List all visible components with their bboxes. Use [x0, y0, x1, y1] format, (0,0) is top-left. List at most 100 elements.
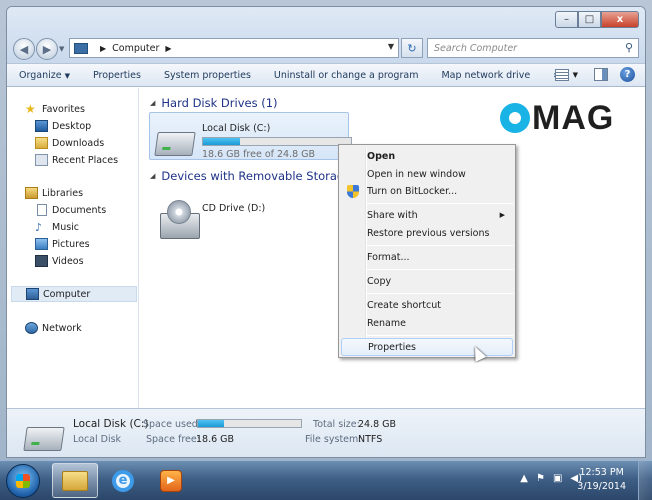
menu-item-open-new-window[interactable]: Open in new window [341, 165, 513, 183]
menu-separator [367, 269, 513, 270]
desktop-icon [35, 120, 48, 132]
space-used-bar [197, 419, 302, 428]
nav-pictures[interactable]: Pictures [35, 236, 90, 252]
context-menu: Open Open in new window Turn on BitLocke… [338, 144, 516, 358]
menu-item-share-with[interactable]: Share with ▶ [341, 206, 513, 224]
view-controls: ▼ ? [554, 67, 635, 82]
menu-item-properties[interactable]: Properties [341, 338, 513, 356]
menu-label: Turn on BitLocker... [367, 185, 458, 197]
view-dropdown-icon[interactable]: ▼ [573, 71, 578, 79]
address-segment-computer[interactable]: Computer [112, 43, 159, 54]
group-title: Devices with Removable Storage ( [161, 169, 360, 183]
nav-label: Videos [52, 255, 84, 267]
forward-button[interactable]: ▶ [36, 38, 58, 60]
start-button[interactable] [6, 464, 40, 498]
nav-documents[interactable]: Documents [35, 202, 106, 218]
internet-explorer-icon: e [112, 469, 134, 492]
back-button[interactable]: ◀ [13, 38, 35, 60]
flag-icon[interactable]: ⚑ [536, 473, 545, 484]
show-desktop-button[interactable] [638, 461, 652, 500]
nav-computer[interactable]: Computer [11, 286, 137, 302]
details-type: Local Disk [73, 434, 122, 445]
map-network-drive-button[interactable]: Map network drive [441, 70, 530, 81]
cd-drive-item[interactable]: CD Drive (D:) [202, 203, 265, 214]
back-icon: ◀ [19, 42, 29, 56]
address-bar[interactable]: ▶ Computer ▶ ▼ [69, 38, 399, 58]
nav-desktop[interactable]: Desktop [35, 118, 91, 134]
details-name: Local Disk (C:) [73, 418, 149, 430]
nav-label: Documents [52, 204, 107, 216]
pictures-icon [35, 238, 48, 250]
refresh-button[interactable]: ↻ [401, 38, 423, 58]
watermark-logo: MAG [500, 96, 614, 140]
help-icon[interactable]: ? [620, 67, 635, 82]
videos-icon [35, 255, 48, 267]
file-system-value: NTFS [358, 434, 383, 445]
nav-network[interactable]: Network [25, 320, 82, 336]
recent-pages-dropdown[interactable]: ▼ [59, 45, 69, 53]
menu-item-open[interactable]: Open [341, 147, 513, 165]
close-button[interactable]: x [601, 11, 639, 28]
search-input[interactable]: Search Computer ⚲ [427, 38, 639, 58]
navigation-pane: ★ Favorites Desktop Downloads Recent Plac… [7, 88, 139, 408]
space-used-label: Space used: [143, 419, 202, 430]
preview-pane-icon[interactable] [594, 68, 608, 81]
maximize-button[interactable]: □ [578, 11, 601, 28]
network-tray-icon[interactable]: ▣ [553, 473, 562, 484]
clock-time: 12:53 PM [579, 467, 624, 478]
chevron-right-icon[interactable]: ▶ [100, 44, 106, 53]
forward-icon: ▶ [42, 42, 52, 56]
minimize-button[interactable]: – [555, 11, 578, 28]
command-bar: Organize ▼ Properties System properties U… [7, 63, 645, 87]
chevron-right-icon[interactable]: ▶ [165, 44, 171, 53]
nav-label: Computer [43, 288, 91, 300]
nav-label: Downloads [52, 137, 105, 149]
search-icon[interactable]: ⚲ [625, 41, 633, 54]
menu-item-format[interactable]: Format... [341, 248, 513, 266]
star-icon: ★ [25, 102, 36, 116]
network-icon [25, 322, 38, 334]
nav-music[interactable]: ♪ Music [35, 219, 79, 235]
clock[interactable]: 12:53 PM 3/19/2014 [577, 466, 626, 494]
explorer-window: – □ x ◀ ▶ ▼ ▶ Computer ▶ ▼ ↻ Search Comp… [6, 6, 646, 458]
taskbar-explorer-button[interactable] [52, 463, 98, 498]
uninstall-program-button[interactable]: Uninstall or change a program [274, 70, 419, 81]
nav-libraries[interactable]: Libraries [25, 185, 83, 201]
total-size-value: 24.8 GB [358, 419, 397, 430]
menu-item-bitlocker[interactable]: Turn on BitLocker... [341, 182, 513, 200]
drive-icon [154, 132, 196, 156]
address-dropdown-icon[interactable]: ▼ [388, 42, 394, 51]
nav-label: Recent Places [52, 154, 119, 166]
space-free-label: Space free: [146, 434, 200, 445]
space-free-value: 18.6 GB [196, 434, 235, 445]
menu-item-copy[interactable]: Copy [341, 272, 513, 290]
show-hidden-icons-icon[interactable]: ▲ [520, 473, 528, 484]
taskbar-media-player-button[interactable]: ▶ [148, 463, 194, 498]
menu-item-create-shortcut[interactable]: Create shortcut [341, 296, 513, 314]
folder-icon [62, 470, 88, 491]
nav-videos[interactable]: Videos [35, 253, 84, 269]
taskbar: e ▶ ▲ ⚑ ▣ ◀) 12:53 PM 3/19/2014 [0, 460, 652, 500]
collapse-icon: ◢ [150, 172, 156, 180]
drive-usage-bar [202, 137, 352, 146]
group-header-removable-storage[interactable]: ◢ Devices with Removable Storage ( [150, 169, 359, 183]
drive-name: Local Disk (C:) [202, 123, 271, 134]
nav-favorites[interactable]: ★ Favorites [25, 101, 85, 117]
group-title: Hard Disk Drives (1) [161, 96, 278, 110]
computer-icon [74, 42, 88, 54]
organize-button[interactable]: Organize ▼ [19, 70, 70, 81]
change-view-icon[interactable] [554, 68, 569, 81]
nav-label: Libraries [42, 187, 84, 199]
nav-label: Favorites [42, 103, 85, 115]
search-placeholder: Search Computer [434, 42, 518, 54]
system-properties-button[interactable]: System properties [164, 70, 251, 81]
menu-item-restore-versions[interactable]: Restore previous versions [341, 224, 513, 242]
menu-item-rename[interactable]: Rename [341, 314, 513, 332]
drive-usage-fill [203, 138, 240, 145]
properties-button[interactable]: Properties [93, 70, 141, 81]
group-header-hard-disk-drives[interactable]: ◢ Hard Disk Drives (1) [150, 96, 278, 110]
menu-separator [367, 293, 513, 294]
nav-downloads[interactable]: Downloads [35, 135, 104, 151]
nav-recent-places[interactable]: Recent Places [35, 152, 118, 168]
taskbar-ie-button[interactable]: e [100, 463, 146, 498]
